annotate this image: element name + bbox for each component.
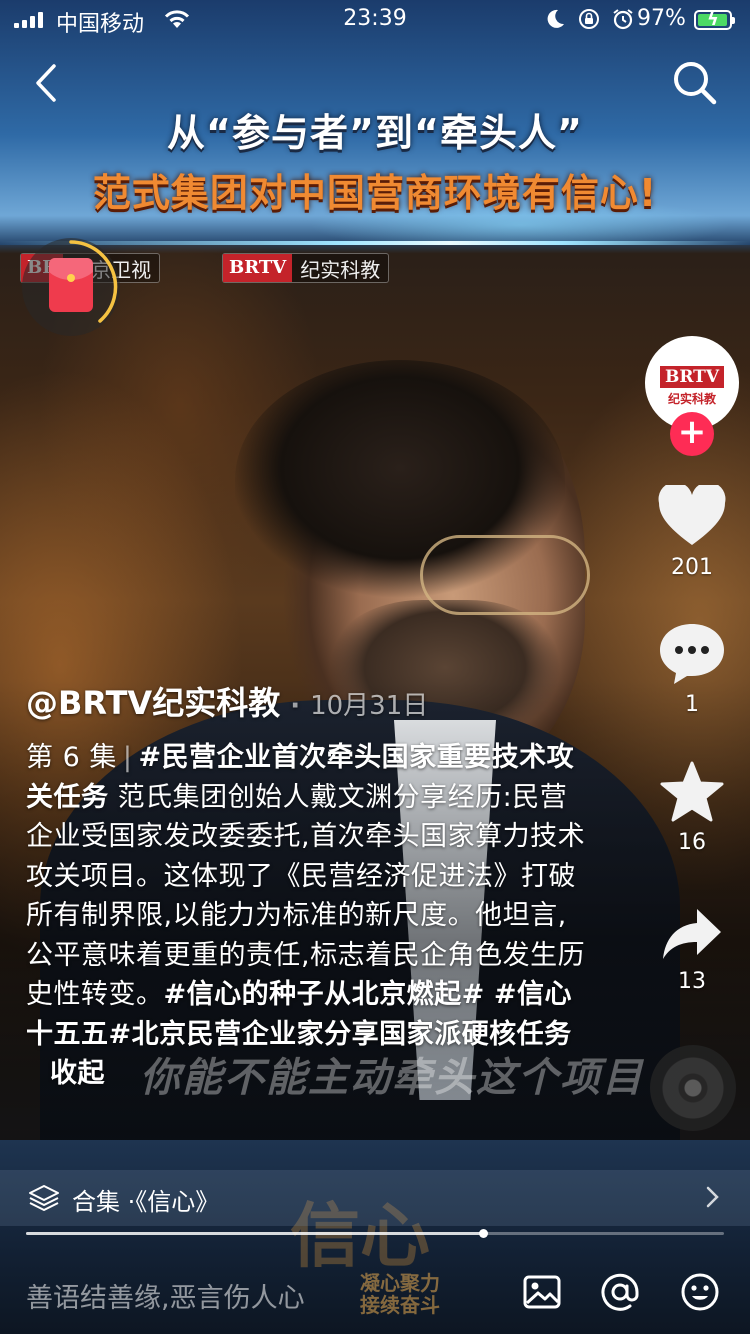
hashtag-link-1[interactable]: #信心的种子从北京燃起# [164, 979, 485, 1010]
alarm-icon [613, 9, 633, 30]
star-icon [660, 761, 724, 822]
comment-count: 1 [685, 692, 699, 717]
playback-progress-bar[interactable] [26, 1229, 724, 1238]
status-bar: 中国移动 23:39 97% ϟ [0, 0, 750, 40]
music-disc-icon[interactable] [650, 1045, 736, 1131]
favorite-count: 16 [678, 830, 706, 855]
back-arrow-icon[interactable] [22, 58, 72, 108]
share-arrow-icon [663, 909, 721, 959]
comment-button[interactable]: 1 [650, 620, 734, 717]
red-envelope-icon [49, 258, 93, 312]
chevron-right-icon [706, 1186, 719, 1208]
follow-button[interactable]: + [670, 412, 714, 456]
emoji-icon[interactable] [678, 1270, 722, 1314]
share-count: 13 [678, 969, 706, 994]
collapse-button[interactable]: 收起 [50, 1058, 105, 1089]
at-mention-icon[interactable] [598, 1270, 642, 1314]
video-headline-line2: 范式集团对中国营商环境有信心! [92, 171, 658, 215]
video-headline-line1: 从“参与者”到“牵头人” [167, 111, 583, 155]
comment-input-bar: 善语结善缘,恶言伤人心 [0, 1248, 750, 1334]
battery-percent: 97% [637, 6, 686, 31]
post-date: 10月31日 [310, 691, 429, 721]
comment-bubble-icon [660, 624, 724, 684]
channel-bug-brtv: BRTV 纪实科教 [222, 253, 390, 283]
episode-label: 第 6 集 [26, 742, 117, 773]
share-button[interactable]: 13 [650, 905, 734, 994]
post-caption: 第 6 集 | #民营企业首次牵头国家重要技术攻关任务 范氏集团创始人戴文渊分享经历… [26, 742, 586, 1089]
collection-label: 合集 ·《信心》 [72, 1188, 220, 1216]
author-name[interactable]: @BRTV纪实科教 [26, 684, 280, 722]
collection-layers-icon [29, 1185, 59, 1211]
like-button[interactable]: 201 [650, 482, 734, 580]
search-icon[interactable] [668, 56, 722, 110]
heart-icon [658, 482, 726, 545]
moon-icon [547, 9, 564, 28]
favorite-button[interactable]: 16 [650, 760, 734, 855]
like-count: 201 [671, 555, 713, 580]
caption-body: 范氏集团创始人戴文渊分享经历:民营企业受国家发改委委托,首次牵头国家算力技术攻关… [26, 781, 586, 1011]
battery-icon: ϟ [694, 9, 735, 30]
rotation-lock-icon [579, 9, 599, 29]
comment-input[interactable]: 善语结善缘,恶言伤人心 [26, 1276, 305, 1315]
collection-bar[interactable]: 合集 ·《信心》 [0, 1170, 750, 1226]
post-author-line: @BRTV纪实科教 · 10月31日 [26, 684, 429, 722]
image-icon[interactable] [520, 1270, 564, 1314]
red-packet-button[interactable] [22, 238, 120, 336]
